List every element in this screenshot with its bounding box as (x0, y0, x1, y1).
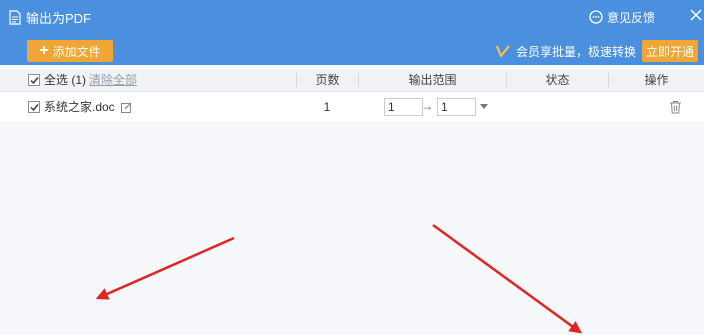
range-from-input[interactable]: 1 (384, 98, 423, 116)
clear-all-link[interactable]: 清除全部 (89, 69, 137, 91)
title-bar: 输出为PDF 意见反馈 + 添加文件 会员享批量，极速转换 立即开通 (0, 0, 704, 65)
checkmark-icon (30, 103, 39, 111)
trash-icon[interactable] (669, 100, 682, 114)
arrow-right-icon: → (421, 99, 433, 113)
checkmark-icon (30, 76, 39, 84)
select-all-label: 全选 (1) (44, 73, 87, 87)
pdf-document-icon (9, 9, 21, 25)
window-title-text: 输出为PDF (26, 10, 92, 26)
edit-icon[interactable] (121, 102, 132, 113)
page-count: 1 (323, 100, 331, 114)
feedback-button[interactable]: 意见反馈 (589, 7, 655, 27)
vip-crown-icon (496, 45, 510, 57)
close-icon[interactable] (688, 6, 704, 24)
column-header-status: 状态 (545, 73, 570, 87)
annotation-arrow-left (95, 236, 235, 300)
column-header-actions: 操作 (644, 73, 669, 87)
file-name: 系统之家.doc (44, 100, 115, 114)
column-header-pages: 页数 (315, 73, 340, 87)
plus-icon: + (39, 42, 49, 59)
window-title: 输出为PDF (9, 7, 91, 27)
table-header: 全选 (1) 清除全部 页数 输出范围 状态 操作 (0, 69, 704, 92)
activate-vip-label: 立即开通 (645, 44, 694, 59)
annotation-arrow-right (432, 223, 583, 334)
chevron-down-icon[interactable] (480, 104, 488, 109)
column-header-output-range: 输出范围 (408, 73, 457, 87)
table-row: 系统之家.doc 1 1 → 1 (0, 92, 704, 123)
row-checkbox[interactable] (28, 101, 40, 113)
add-file-button[interactable]: + 添加文件 (27, 40, 113, 62)
chat-bubble-icon (589, 10, 603, 24)
feedback-label: 意见反馈 (607, 10, 656, 25)
range-to-input[interactable]: 1 (437, 98, 476, 116)
select-all-checkbox[interactable] (28, 74, 40, 86)
activate-vip-button[interactable]: 立即开通 (642, 40, 698, 62)
add-file-label: 添加文件 (52, 44, 101, 59)
vip-promo-text: 会员享批量，极速转换 (496, 41, 636, 61)
vip-promo-label: 会员享批量，极速转换 (516, 44, 637, 59)
